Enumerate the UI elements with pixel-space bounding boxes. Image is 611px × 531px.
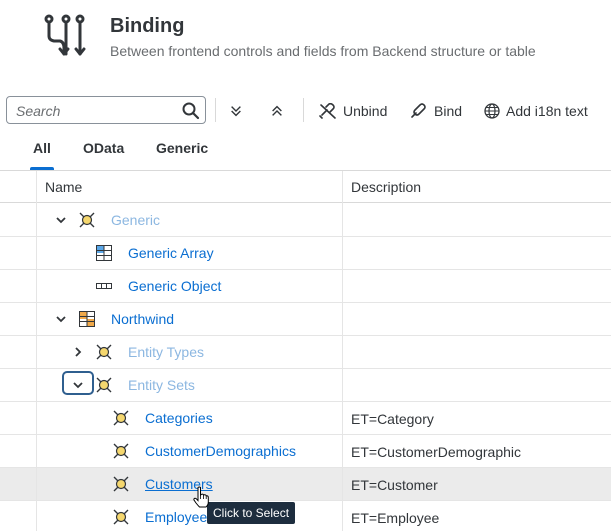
entity-icon: [113, 509, 129, 525]
table-row[interactable]: Entity Sets: [0, 369, 611, 402]
object-icon: [96, 283, 112, 289]
table-row[interactable]: Categories ET=Category: [0, 402, 611, 435]
toolbar: Search Unbind Bind Add i18n text: [0, 95, 611, 127]
row-name[interactable]: CustomerDemographics: [145, 443, 296, 459]
add-i18n-button[interactable]: Add i18n text: [484, 97, 588, 125]
column-header-name[interactable]: Name: [45, 179, 82, 195]
table-row[interactable]: Entity Types: [0, 336, 611, 369]
table-row[interactable]: Generic Array: [0, 237, 611, 270]
row-name: Entity Sets: [128, 377, 195, 393]
row-description: ET=Customer: [351, 477, 438, 493]
tab-all[interactable]: All: [33, 140, 51, 156]
collapse-all-icon: [231, 106, 241, 117]
toolbar-separator: [303, 98, 304, 122]
page-header: Binding Between frontend controls and fi…: [0, 0, 611, 95]
hand-cursor-icon: [193, 486, 209, 508]
search-icon[interactable]: [182, 102, 200, 120]
entity-icon: [96, 344, 112, 360]
tooltip: Click to Select: [207, 502, 296, 524]
table-row[interactable]: CustomerDemographics ET=CustomerDemograp…: [0, 435, 611, 468]
binding-icon: [44, 14, 86, 56]
column-divider[interactable]: [36, 171, 37, 531]
active-tab-indicator: [30, 167, 54, 170]
row-name: Generic: [111, 212, 161, 228]
add-i18n-label: Add i18n text: [506, 103, 588, 119]
search-input[interactable]: Search: [6, 96, 206, 124]
chevron-down-icon[interactable]: [55, 214, 67, 226]
tab-bar: All OData Generic: [0, 127, 611, 171]
unbind-button[interactable]: Unbind: [319, 97, 387, 125]
row-name: Entity Types: [128, 344, 205, 360]
expand-all-icon: [272, 105, 282, 116]
datasource-icon: [79, 311, 95, 327]
row-name[interactable]: Employees: [145, 509, 214, 525]
bind-label: Bind: [434, 103, 463, 119]
entity-icon: [113, 410, 129, 426]
row-description: ET=CustomerDemographic: [351, 444, 522, 460]
bind-button[interactable]: Bind: [410, 97, 462, 125]
table-row[interactable]: Northwind: [0, 303, 611, 336]
collapse-all-button[interactable]: [229, 97, 249, 125]
column-header-description[interactable]: Description: [351, 179, 421, 195]
table-row[interactable]: Generic Object: [0, 270, 611, 303]
globe-icon: [484, 103, 500, 119]
row-description: ET=Employee: [351, 510, 440, 526]
entity-icon: [113, 476, 129, 492]
entity-icon: [96, 377, 112, 393]
entity-icon: [79, 212, 95, 228]
chevron-right-icon[interactable]: [72, 346, 84, 358]
chevron-down-icon[interactable]: [72, 379, 84, 391]
unbind-label: Unbind: [343, 103, 388, 119]
tab-generic[interactable]: Generic: [156, 140, 208, 156]
row-description: ET=Category: [351, 411, 434, 427]
row-name[interactable]: Northwind: [111, 311, 174, 327]
bind-icon: [411, 103, 426, 118]
column-divider[interactable]: [342, 171, 343, 531]
search-placeholder: Search: [16, 103, 61, 119]
table-row[interactable]: Generic: [0, 204, 611, 237]
row-name[interactable]: Categories: [145, 410, 213, 426]
entity-icon: [113, 443, 129, 459]
row-name[interactable]: Generic Object: [128, 278, 221, 294]
unbind-icon: [319, 103, 336, 119]
array-icon: [96, 245, 112, 261]
table-header: Name Description: [0, 171, 611, 203]
chevron-down-icon[interactable]: [55, 313, 67, 325]
expand-all-button[interactable]: [270, 97, 290, 125]
table-row[interactable]: Customers ET=Customer: [0, 468, 611, 501]
row-name[interactable]: Generic Array: [128, 245, 214, 261]
toolbar-separator: [215, 98, 216, 122]
page-subtitle: Between frontend controls and fields fro…: [110, 43, 536, 59]
table-row[interactable]: Employees ET=Employee: [0, 501, 611, 531]
page-title: Binding: [110, 15, 185, 37]
tab-odata[interactable]: OData: [83, 140, 124, 156]
